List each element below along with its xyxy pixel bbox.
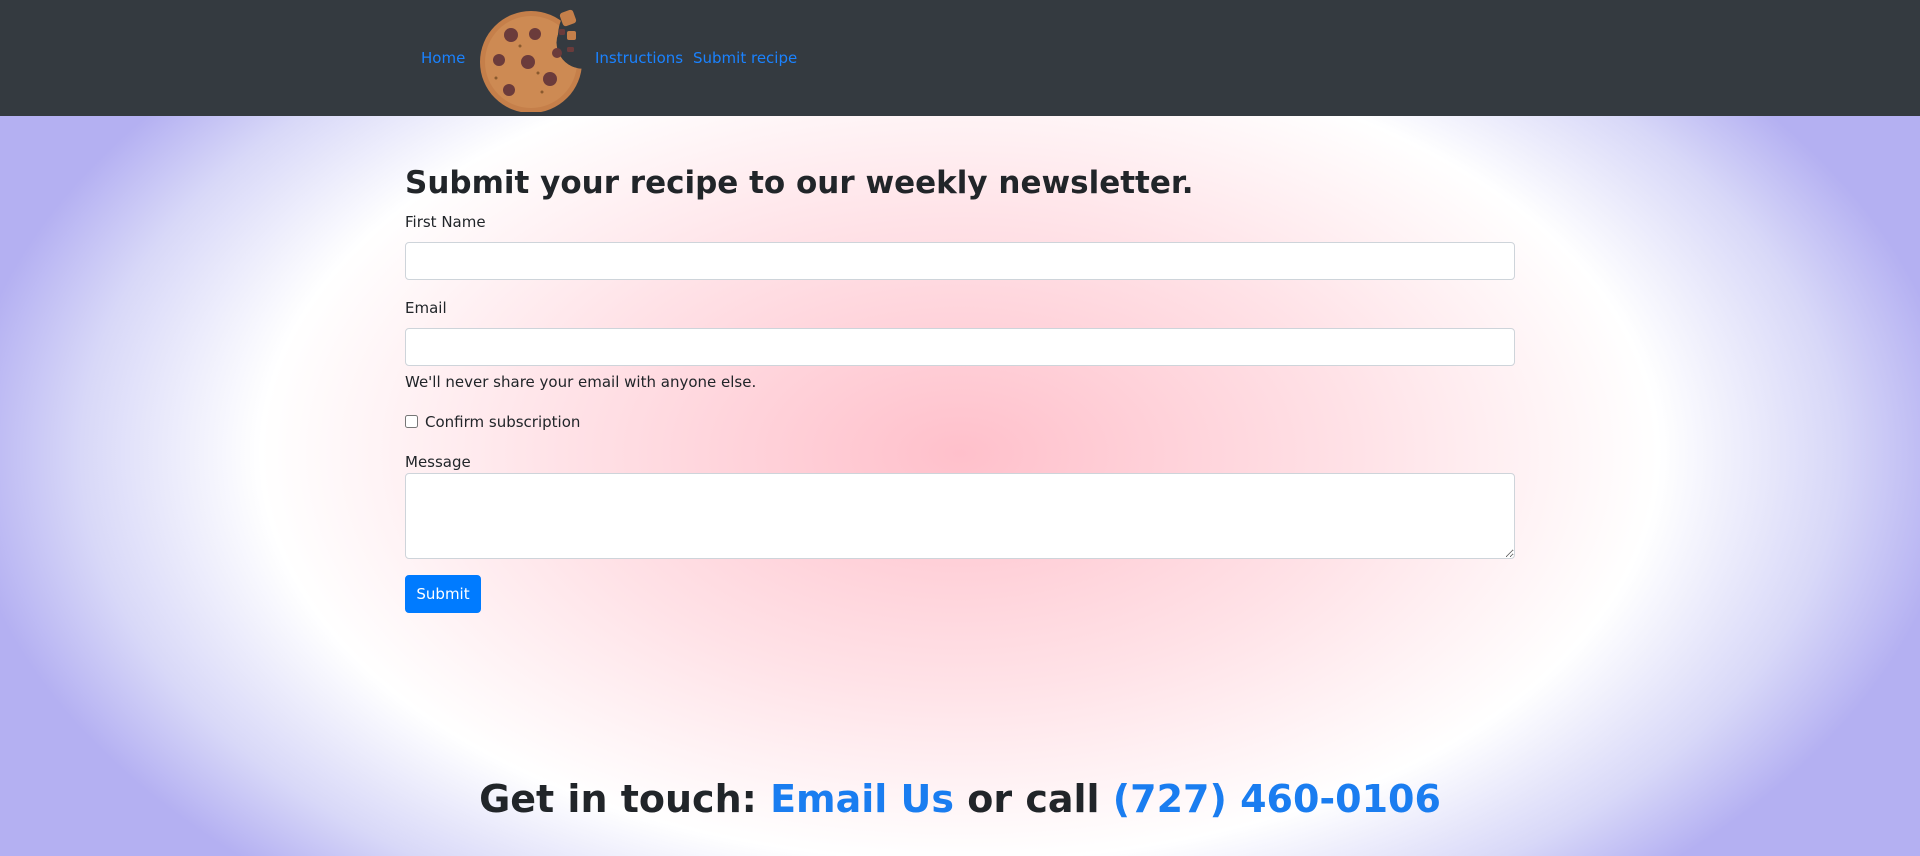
email-us-link[interactable]: Email Us <box>770 777 954 821</box>
email-label: Email <box>405 299 447 317</box>
message-textarea[interactable] <box>405 473 1515 559</box>
confirm-subscription-checkbox[interactable] <box>405 415 418 428</box>
nav-link-home[interactable]: Home <box>421 49 465 67</box>
footer-middle: or call <box>954 777 1113 821</box>
footer-prefix: Get in touch: <box>479 777 771 821</box>
email-input[interactable] <box>405 328 1515 366</box>
page-title: Submit your recipe to our weekly newslet… <box>405 165 1194 201</box>
first-name-label: First Name <box>405 213 486 231</box>
nav-link-instructions[interactable]: Instructions <box>595 49 683 67</box>
cookie-icon[interactable] <box>476 4 591 112</box>
email-help-text: We'll never share your email with anyone… <box>405 373 757 391</box>
confirm-subscription-label[interactable]: Confirm subscription <box>425 413 580 431</box>
message-label: Message <box>405 453 471 471</box>
nav-link-submit-recipe[interactable]: Submit recipe <box>693 49 797 67</box>
contact-footer: Get in touch: Email Us or call (727) 460… <box>0 775 1920 823</box>
submit-button[interactable]: Submit <box>405 575 481 613</box>
first-name-input[interactable] <box>405 242 1515 280</box>
navbar: Home Instructions Submit recipe <box>0 0 1920 116</box>
phone-link[interactable]: (727) 460-0106 <box>1113 777 1441 821</box>
